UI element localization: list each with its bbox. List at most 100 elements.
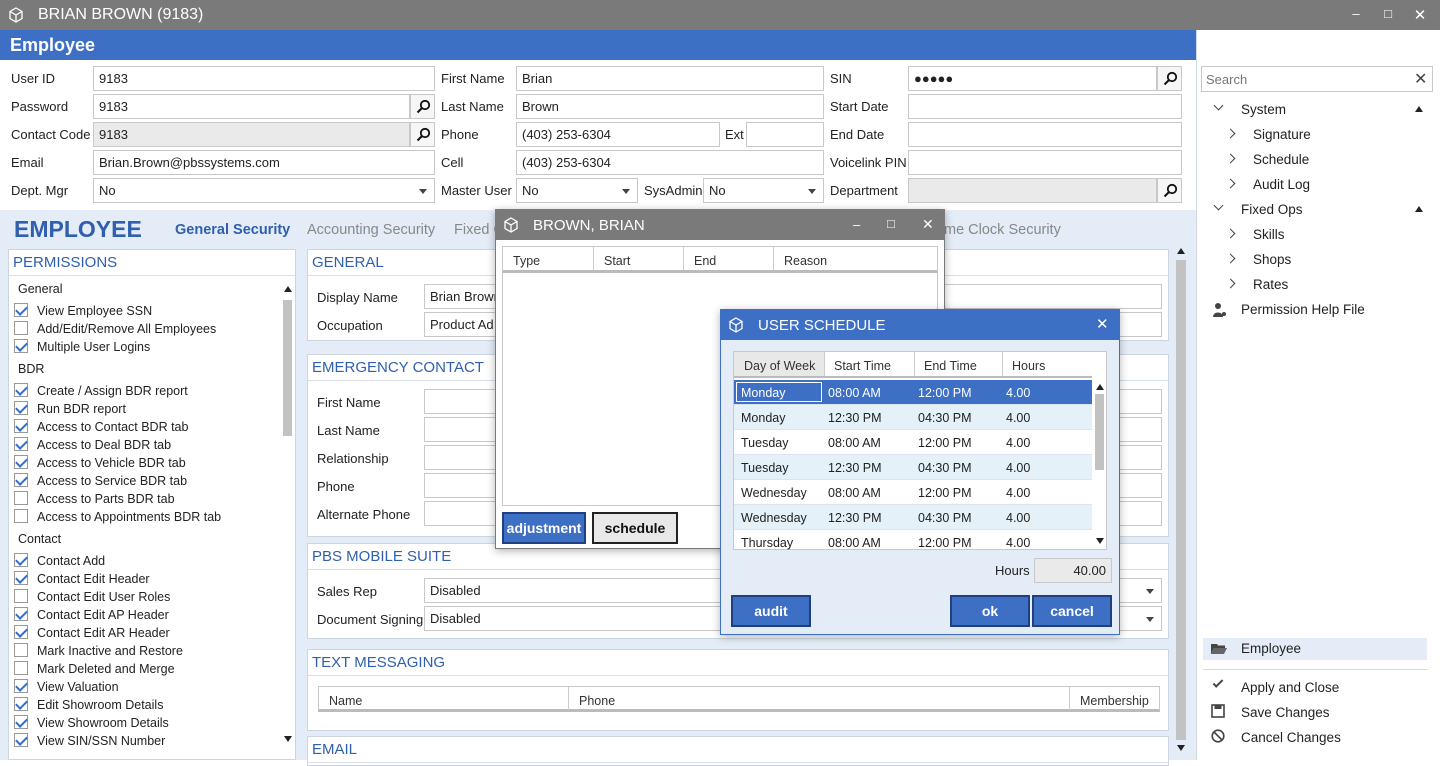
sidebar-search-input[interactable] [1206, 70, 1406, 88]
schedule-row[interactable]: Tuesday 12:30 PM 04:30 PM 4.00 [734, 455, 1092, 480]
schedule-dialog-close-button[interactable]: ✕ [1096, 315, 1109, 333]
nav-rates[interactable]: Rates [1253, 277, 1288, 292]
schedule-row[interactable]: Monday 12:30 PM 04:30 PM 4.00 [734, 405, 1092, 430]
scroll-thumb[interactable] [1095, 394, 1104, 470]
nav-signature[interactable]: Signature [1253, 127, 1311, 142]
user-id-field[interactable]: 9183 [93, 66, 435, 91]
dialog-minimize-button[interactable]: – [853, 217, 860, 232]
password-search-button[interactable] [410, 94, 435, 119]
close-button[interactable]: ✕ [1410, 6, 1430, 24]
permission-label[interactable]: Add/Edit/Remove All Employees [37, 322, 216, 336]
permission-label[interactable]: Create / Assign BDR report [37, 384, 188, 398]
chevron-right-icon[interactable] [1225, 253, 1236, 264]
permission-checkbox[interactable] [14, 509, 28, 523]
col-end[interactable]: End [694, 254, 716, 268]
dialog-close-button[interactable]: ✕ [922, 216, 934, 233]
permission-checkbox[interactable] [14, 321, 28, 335]
first-name-field[interactable]: Brian [516, 66, 824, 91]
dept-mgr-select[interactable]: No [93, 178, 435, 203]
permission-checkbox[interactable] [14, 589, 28, 603]
permission-checkbox[interactable] [14, 715, 28, 729]
master-user-select[interactable]: No [516, 178, 638, 203]
schedule-button[interactable]: schedule [592, 512, 678, 544]
department-search-button[interactable] [1157, 178, 1182, 203]
permission-checkbox[interactable] [14, 473, 28, 487]
scroll-down-icon[interactable] [284, 736, 292, 742]
permission-checkbox[interactable] [14, 625, 28, 639]
chevron-right-icon[interactable] [1225, 228, 1236, 239]
clear-search-icon[interactable]: ✕ [1414, 69, 1427, 89]
tab-general-security[interactable]: General Security [175, 222, 290, 238]
permission-label[interactable]: Access to Deal BDR tab [37, 438, 171, 452]
col-membership[interactable]: Membership [1080, 694, 1149, 708]
dialog-maximize-button[interactable]: □ [887, 216, 895, 231]
schedule-row[interactable]: Thursday 08:00 AM 12:00 PM 4.00 [734, 530, 1092, 550]
sidebar-search-box[interactable]: ✕ [1201, 66, 1433, 92]
nav-schedule[interactable]: Schedule [1253, 152, 1309, 167]
ext-field[interactable] [746, 122, 824, 147]
nav-fixed-ops[interactable]: Fixed Ops [1241, 202, 1303, 217]
col-start-time[interactable]: Start Time [834, 359, 891, 373]
permission-checkbox[interactable] [14, 679, 28, 693]
col-hours[interactable]: Hours [1012, 359, 1045, 373]
email-field[interactable]: Brian.Brown@pbssystems.com [93, 150, 435, 175]
col-reason[interactable]: Reason [784, 254, 827, 268]
scroll-down-icon[interactable] [1096, 538, 1104, 544]
adjustment-button[interactable]: adjustment [502, 512, 586, 544]
ok-button[interactable]: ok [950, 595, 1030, 627]
permission-checkbox[interactable] [14, 383, 28, 397]
chevron-right-icon[interactable] [1225, 128, 1236, 139]
scroll-down-icon[interactable] [1177, 745, 1185, 751]
permission-checkbox[interactable] [14, 455, 28, 469]
nav-skills[interactable]: Skills [1253, 227, 1285, 242]
sin-field[interactable]: ●●●●● [908, 66, 1157, 91]
chevron-down-icon[interactable] [1213, 100, 1224, 111]
permission-checkbox[interactable] [14, 491, 28, 505]
save-changes-button[interactable]: Save Changes [1241, 705, 1330, 720]
permission-label[interactable]: Contact Edit AP Header [37, 608, 169, 622]
permission-label[interactable]: View Valuation [37, 680, 119, 694]
permission-label[interactable]: Multiple User Logins [37, 340, 150, 354]
permission-label[interactable]: Access to Appointments BDR tab [37, 510, 221, 524]
permission-label[interactable]: Contact Add [37, 554, 105, 568]
permission-label[interactable]: View SIN/SSN Number [37, 734, 165, 748]
permission-label[interactable]: Contact Edit User Roles [37, 590, 170, 604]
permission-checkbox[interactable] [14, 339, 28, 353]
permission-label[interactable]: Edit Showroom Details [37, 698, 163, 712]
scroll-thumb[interactable] [1176, 260, 1186, 740]
permission-checkbox[interactable] [14, 697, 28, 711]
sin-search-button[interactable] [1157, 66, 1182, 91]
schedule-scrollbar[interactable] [1093, 380, 1107, 548]
main-scrollbar[interactable] [1174, 248, 1188, 760]
last-name-field[interactable]: Brown [516, 94, 824, 119]
phone-field[interactable]: (403) 253-6304 [516, 122, 720, 147]
permission-label[interactable]: Access to Parts BDR tab [37, 492, 175, 506]
permission-checkbox[interactable] [14, 437, 28, 451]
permission-checkbox[interactable] [14, 401, 28, 415]
permission-label[interactable]: Contact Edit AR Header [37, 626, 170, 640]
col-start[interactable]: Start [604, 254, 630, 268]
scroll-up-icon[interactable] [284, 286, 292, 292]
apply-close-button[interactable]: Apply and Close [1241, 680, 1339, 695]
end-date-field[interactable] [908, 122, 1182, 147]
sidebar-item-employee[interactable]: Employee [1203, 638, 1427, 660]
permission-label[interactable]: Access to Contact BDR tab [37, 420, 188, 434]
permissions-scrollbar[interactable] [281, 286, 295, 746]
contact-code-search-button[interactable] [410, 122, 435, 147]
schedule-row[interactable]: Tuesday 08:00 AM 12:00 PM 4.00 [734, 430, 1092, 455]
schedule-row[interactable]: Wednesday 08:00 AM 12:00 PM 4.00 [734, 480, 1092, 505]
nav-shops[interactable]: Shops [1253, 252, 1291, 267]
sysadmin-select[interactable]: No [703, 178, 824, 203]
schedule-row[interactable]: Monday 08:00 AM 12:00 PM 4.00 [734, 380, 1092, 405]
nav-system[interactable]: System [1241, 102, 1286, 117]
scroll-up-icon[interactable] [1177, 248, 1185, 254]
permission-checkbox[interactable] [14, 571, 28, 585]
chevron-right-icon[interactable] [1225, 278, 1236, 289]
tab-time-clock-security[interactable]: me Clock Security [944, 222, 1061, 238]
permission-label[interactable]: Mark Deleted and Merge [37, 662, 175, 676]
schedule-row[interactable]: Wednesday 12:30 PM 04:30 PM 4.00 [734, 505, 1092, 530]
maximize-button[interactable]: □ [1378, 6, 1398, 24]
start-date-field[interactable] [908, 94, 1182, 119]
permission-checkbox[interactable] [14, 661, 28, 675]
permission-label[interactable]: Mark Inactive and Restore [37, 644, 183, 658]
